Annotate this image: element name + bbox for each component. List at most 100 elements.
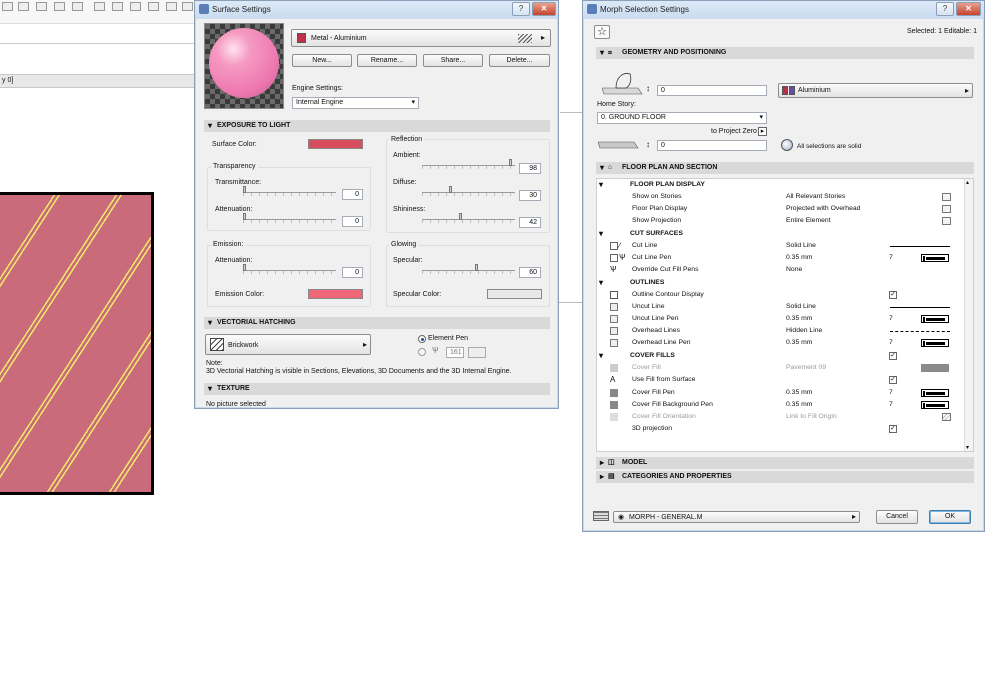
new-button[interactable]: New... — [292, 54, 352, 67]
toolbar-icon[interactable] — [148, 2, 159, 11]
ok-button[interactable]: OK — [929, 510, 971, 524]
diffuse-slider[interactable] — [422, 186, 515, 196]
row-cover-fill-orientation[interactable]: Cover Fill Orientation Link to Fill Orig… — [596, 411, 964, 423]
row-cut-line[interactable]: ∕ Cut Line Solid Line — [596, 240, 964, 252]
emission-attenuation-input[interactable]: 0 — [342, 267, 363, 278]
row-outline-contour-display[interactable]: Outline Contour Display ✓ — [596, 289, 964, 301]
emission-attenuation-slider[interactable] — [243, 264, 336, 274]
offset-input[interactable]: 0 — [657, 140, 767, 151]
group-cover-fills[interactable]: COVER FILLS ✓ — [596, 350, 964, 362]
toolbar-icon[interactable] — [182, 2, 193, 11]
group-floor-plan-display[interactable]: FLOOR PLAN DISPLAY — [596, 179, 964, 191]
outline-contour-checkbox[interactable]: ✓ — [889, 291, 897, 299]
slider-thumb[interactable] — [243, 186, 246, 193]
specular-color-swatch[interactable] — [487, 289, 542, 299]
row-cover-fill[interactable]: Cover Fill Pavement 09 — [596, 362, 964, 374]
row-3d-projection[interactable]: 3D projection ✓ — [596, 423, 964, 435]
floor-plan-section-header[interactable]: ⌂ FLOOR PLAN AND SECTION — [596, 162, 974, 174]
cut-line-checkbox[interactable] — [610, 242, 618, 250]
to-project-zero-button[interactable]: ▸ — [758, 127, 767, 136]
row-uncut-line[interactable]: Uncut Line Solid Line — [596, 301, 964, 313]
toolbar-icon[interactable] — [18, 2, 29, 11]
row-cover-fill-background-pen[interactable]: Cover Fill Background Pen 0.35 mm 7 — [596, 399, 964, 411]
hatch-selector[interactable]: Brickwork ▸ — [205, 334, 371, 355]
row-override-cut-fill-pens[interactable]: Ѱ Override Cut Fill Pens None — [596, 264, 964, 276]
row-show-on-stories[interactable]: Show on Stories All Relevant Stories — [596, 191, 964, 203]
vectorial-hatching-section-header[interactable]: VECTORIAL HATCHING — [204, 317, 550, 329]
surface-settings-titlebar[interactable]: Surface Settings ? ✕ — [195, 1, 558, 19]
cancel-button[interactable]: Cancel — [876, 510, 918, 524]
slider-thumb[interactable] — [243, 264, 246, 271]
toolbar-icon[interactable] — [130, 2, 141, 11]
group-cut-surfaces[interactable]: CUT SURFACES — [596, 228, 964, 240]
slider-thumb[interactable] — [509, 159, 513, 166]
favorites-star-button[interactable]: ☆ — [594, 25, 610, 39]
transmittance-slider[interactable] — [243, 186, 336, 196]
row-uncut-line-pen[interactable]: Uncut Line Pen 0.35 mm 7 — [596, 313, 964, 325]
toolbar-icon[interactable] — [2, 2, 13, 11]
toolbar-icon[interactable] — [36, 2, 47, 11]
use-fill-from-surface-checkbox[interactable]: ✓ — [889, 376, 897, 384]
emission-color-swatch[interactable] — [308, 289, 363, 299]
diffuse-input[interactable]: 30 — [519, 190, 541, 201]
slider-thumb[interactable] — [448, 186, 452, 193]
exposure-section-header[interactable]: EXPOSURE TO LIGHT — [204, 120, 550, 132]
toolbar-icon[interactable] — [166, 2, 177, 11]
scroll-up-icon[interactable]: ▴ — [966, 179, 969, 186]
toolbar-icon[interactable] — [72, 2, 83, 11]
height-input[interactable]: 0 — [657, 85, 767, 96]
categories-section-header[interactable]: ▤ CATEGORIES AND PROPERTIES — [596, 471, 974, 483]
row-cover-fill-pen[interactable]: Cover Fill Pen 0.35 mm 7 — [596, 387, 964, 399]
element-pen-radio[interactable] — [418, 335, 426, 343]
specular-slider[interactable] — [422, 264, 515, 274]
toolbar-icon[interactable] — [54, 2, 65, 11]
material-override-selector[interactable]: Aluminium ▸ — [778, 83, 973, 98]
morph-settings-titlebar[interactable]: Morph Selection Settings ? ✕ — [583, 1, 984, 19]
specular-input[interactable]: 60 — [519, 267, 541, 278]
slider-thumb[interactable] — [243, 213, 246, 220]
toolbar-icon[interactable] — [112, 2, 123, 11]
geometry-section-header[interactable]: ⌗ GEOMETRY AND POSITIONING — [596, 47, 974, 59]
projection-3d-checkbox[interactable]: ✓ — [889, 425, 897, 433]
pen-number-input[interactable]: 161 — [446, 347, 464, 358]
surface-color-swatch[interactable] — [308, 139, 363, 149]
rename-button[interactable]: Rename... — [357, 54, 417, 67]
home-story-dropdown[interactable]: 0. GROUND FLOOR — [597, 112, 767, 124]
cut-line-pen-checkbox[interactable] — [610, 254, 618, 262]
shininess-input[interactable]: 42 — [519, 217, 541, 228]
scroll-down-icon[interactable]: ▾ — [966, 444, 969, 451]
tree-scrollbar[interactable]: ▴ ▾ — [964, 179, 973, 451]
material-selector[interactable]: Metal - Aluminium ▸ — [291, 29, 551, 47]
favorite-selector[interactable]: ◉ MORPH - GENERAL.M ▸ — [613, 511, 860, 523]
slider-thumb[interactable] — [459, 213, 463, 220]
close-icon[interactable]: ✕ — [956, 2, 981, 16]
texture-section-header[interactable]: TEXTURE — [204, 383, 550, 395]
hatched-morph-element[interactable] — [0, 192, 154, 495]
row-cut-line-pen[interactable]: Ѱ Cut Line Pen 0.35 mm 7 — [596, 252, 964, 264]
model-section-header[interactable]: ◫ MODEL — [596, 457, 974, 469]
row-label: Cut Line — [632, 242, 658, 249]
attenuation-input[interactable]: 0 — [342, 216, 363, 227]
help-icon[interactable]: ? — [936, 2, 954, 16]
transmittance-input[interactable]: 0 — [342, 189, 363, 200]
row-floor-plan-display[interactable]: Floor Plan Display Projected with Overhe… — [596, 203, 964, 215]
close-icon[interactable]: ✕ — [532, 2, 556, 16]
delete-button[interactable]: Delete... — [489, 54, 550, 67]
cover-fills-checkbox[interactable]: ✓ — [889, 352, 897, 360]
help-icon[interactable]: ? — [512, 2, 530, 16]
ambient-slider[interactable] — [422, 159, 515, 169]
row-use-fill-from-surface[interactable]: A Use Fill from Surface ✓ — [596, 374, 964, 386]
ambient-input[interactable]: 98 — [519, 163, 541, 174]
custom-pen-radio[interactable] — [418, 348, 426, 356]
row-overhead-line-pen[interactable]: Overhead Line Pen 0.35 mm 7 — [596, 337, 964, 349]
attenuation-slider[interactable] — [243, 213, 336, 223]
row-show-projection[interactable]: Show Projection Entire Element — [596, 215, 964, 227]
row-overhead-lines[interactable]: Overhead Lines Hidden Line — [596, 325, 964, 337]
toolbar-icon[interactable] — [94, 2, 105, 11]
slider-thumb[interactable] — [475, 264, 479, 271]
engine-settings-dropdown[interactable]: Internal Engine — [292, 97, 419, 109]
shininess-slider[interactable] — [422, 213, 515, 223]
pen-color-box[interactable] — [468, 347, 486, 358]
share-button[interactable]: Share... — [423, 54, 483, 67]
group-outlines[interactable]: OUTLINES — [596, 277, 964, 289]
